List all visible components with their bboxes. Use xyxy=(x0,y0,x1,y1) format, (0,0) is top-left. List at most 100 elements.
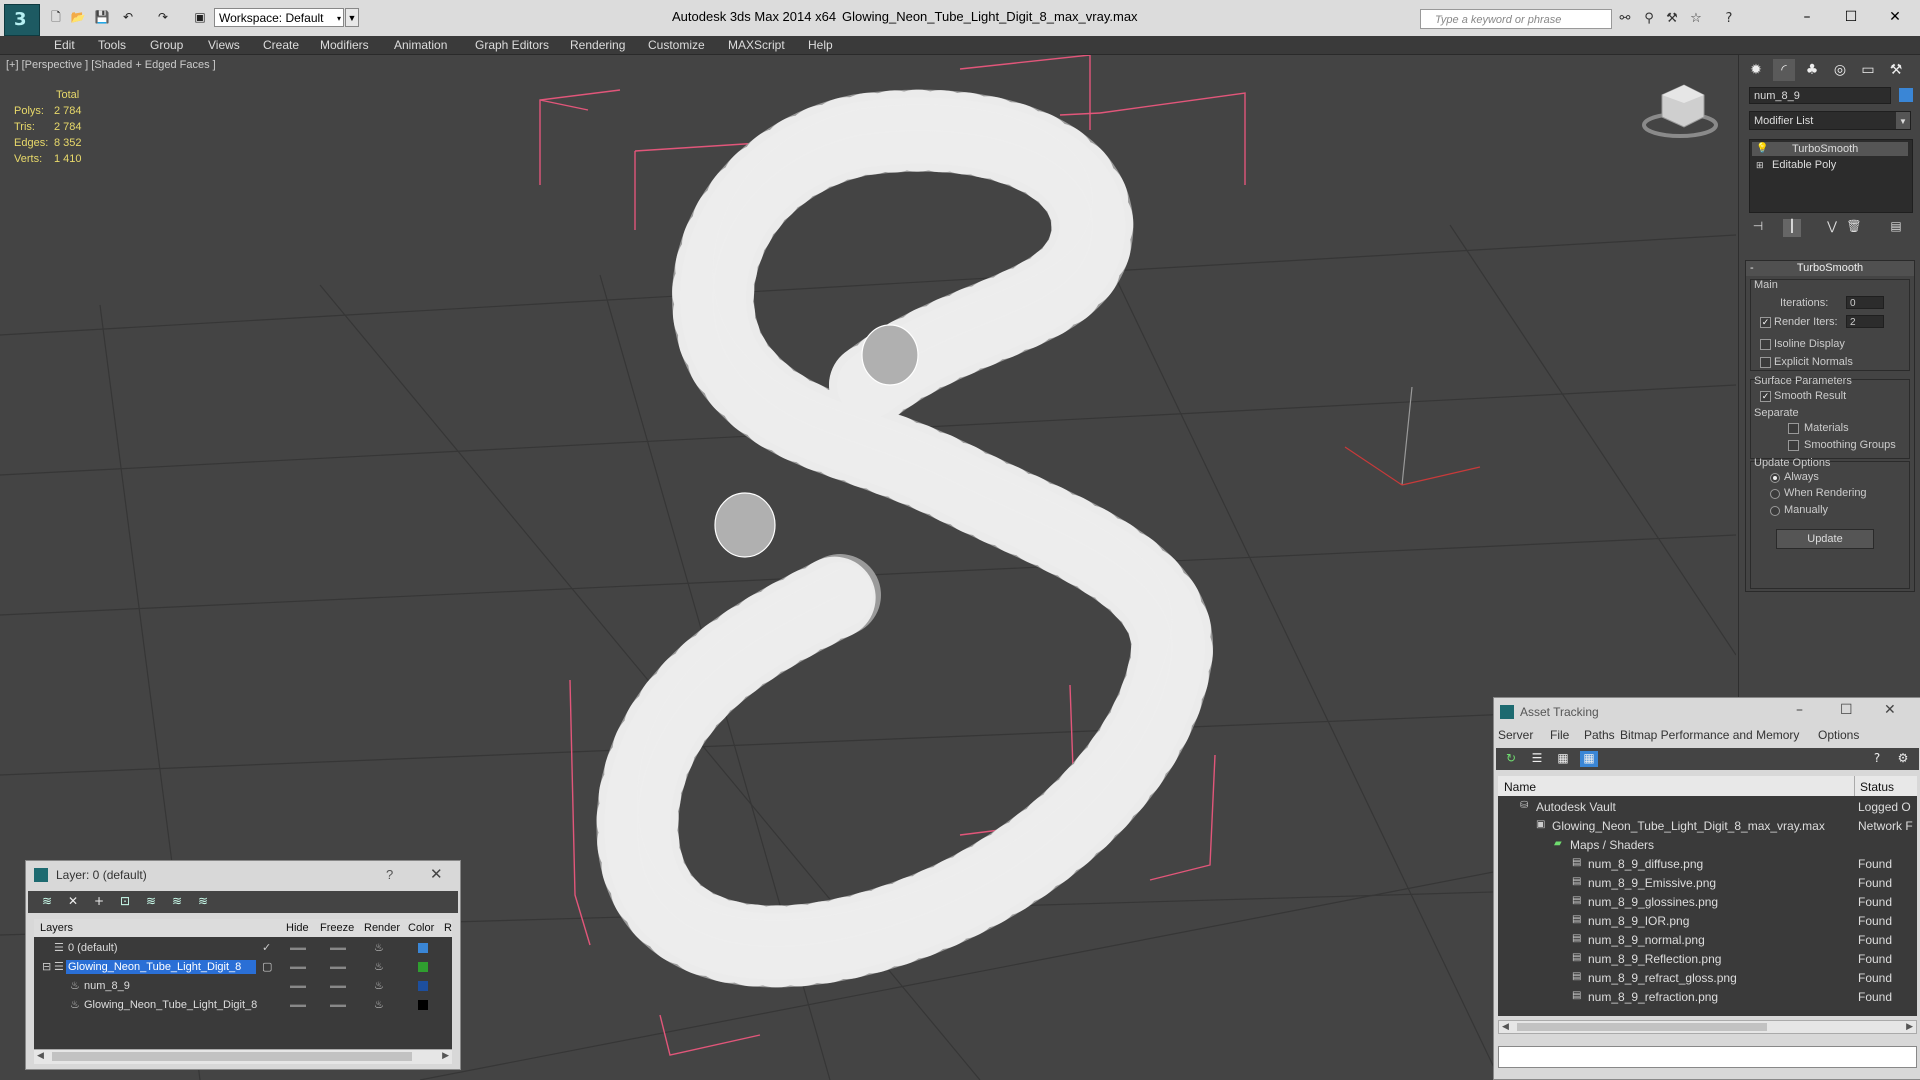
asset-menu-bitmap-performance[interactable]: Bitmap Performance and Memory xyxy=(1620,728,1799,742)
expand-icon[interactable]: ⊟ xyxy=(42,960,51,973)
render-iters-checkbox[interactable]: ✓ xyxy=(1760,317,1771,328)
help-icon[interactable]: ? xyxy=(1720,11,1738,27)
object-color-swatch[interactable] xyxy=(1899,88,1913,102)
list-view-icon[interactable]: ☰ xyxy=(1528,751,1546,767)
menu-tools[interactable]: Tools xyxy=(98,38,126,52)
highlight-layer-icon[interactable]: ≋ xyxy=(142,894,160,910)
asset-menu-server[interactable]: Server xyxy=(1498,728,1533,742)
object-name-field[interactable]: num_8_9 xyxy=(1749,87,1891,104)
asset-row[interactable]: ⛁ Autodesk Vault Logged O xyxy=(1498,797,1917,816)
utilities-tab-icon[interactable]: ⚒ xyxy=(1885,59,1907,81)
menu-animation[interactable]: Animation xyxy=(394,38,447,52)
asset-row[interactable]: ▣ Glowing_Neon_Tube_Light_Digit_8_max_vra… xyxy=(1498,816,1917,835)
render-teapot-icon[interactable]: ♨ xyxy=(374,998,384,1011)
menu-create[interactable]: Create xyxy=(263,38,299,52)
new-file-icon[interactable]: 🗋 xyxy=(48,10,64,24)
stack-item-turbosmooth[interactable]: 💡 TurboSmooth xyxy=(1752,142,1908,156)
asset-menu-paths[interactable]: Paths xyxy=(1584,728,1615,742)
layer-row[interactable]: ♨ Glowing_Neon_Tube_Light_Digit_8 ▬▬ ▬▬ … xyxy=(34,996,452,1014)
asset-menu-file[interactable]: File xyxy=(1550,728,1569,742)
hide-toggle[interactable]: ▬▬ xyxy=(290,981,306,990)
display-tab-icon[interactable]: ▭ xyxy=(1857,59,1879,81)
menu-help[interactable]: Help xyxy=(808,38,833,52)
separate-materials-checkbox[interactable] xyxy=(1788,423,1799,434)
layer-color-swatch[interactable] xyxy=(418,981,428,991)
hide-all-layers-icon[interactable]: ≋ xyxy=(168,894,186,910)
col-status[interactable]: Status xyxy=(1860,780,1894,794)
delete-layer-icon[interactable]: ✕ xyxy=(64,894,82,910)
redo-icon[interactable]: ↷ xyxy=(155,10,171,24)
workspace-dropdown[interactable]: Workspace: Default ▾ xyxy=(214,8,344,27)
binoculars-icon[interactable]: ⚯ xyxy=(1616,11,1634,27)
layer-help-button[interactable]: ? xyxy=(386,867,393,882)
asset-row[interactable]: ▰ Maps / Shaders xyxy=(1498,835,1917,854)
asset-horizontal-scrollbar[interactable]: ◀ ▶ xyxy=(1498,1020,1917,1034)
asset-close-button[interactable]: ✕ xyxy=(1884,702,1896,718)
menu-graph-editors[interactable]: Graph Editors xyxy=(475,38,549,52)
stack-item-editable-poly[interactable]: ⊞ Editable Poly xyxy=(1752,158,1908,172)
viewcube-icon[interactable] xyxy=(1642,84,1718,138)
motion-tab-icon[interactable]: ◎ xyxy=(1829,59,1851,81)
undo-icon[interactable]: ↶ xyxy=(120,10,136,24)
col-hide[interactable]: Hide xyxy=(286,922,309,934)
freeze-toggle[interactable]: ▬▬ xyxy=(330,981,346,990)
menu-maxscript[interactable]: MAXScript xyxy=(728,38,785,52)
rollout-header[interactable]: - TurboSmooth xyxy=(1746,261,1914,276)
render-teapot-icon[interactable]: ♨ xyxy=(374,979,384,992)
viewport-label[interactable]: [+] [Perspective ] [Shaded + Edged Faces… xyxy=(6,59,216,71)
favorites-star-icon[interactable]: ☆ xyxy=(1687,11,1705,27)
make-unique-icon[interactable]: ⋁ xyxy=(1823,219,1841,237)
show-end-result-icon[interactable]: ┃ xyxy=(1783,219,1801,237)
open-file-icon[interactable]: 📂 xyxy=(70,10,86,24)
render-teapot-icon[interactable]: ♨ xyxy=(374,941,384,954)
col-name[interactable]: Name xyxy=(1504,780,1536,794)
communication-icon[interactable]: ⚒ xyxy=(1663,11,1681,27)
asset-row[interactable]: ▤ num_8_9_Reflection.png Found xyxy=(1498,949,1917,968)
search-input[interactable]: Type a keyword or phrase xyxy=(1420,9,1612,29)
update-when-rendering-radio[interactable] xyxy=(1770,489,1780,499)
asset-row[interactable]: ▤ num_8_9_diffuse.png Found xyxy=(1498,854,1917,873)
col-freeze[interactable]: Freeze xyxy=(320,922,354,934)
menu-customize[interactable]: Customize xyxy=(648,38,705,52)
freeze-all-layers-icon[interactable]: ≋ xyxy=(194,894,212,910)
iterations-spinner[interactable]: 0 xyxy=(1846,296,1884,309)
table-view-icon[interactable]: ▦ xyxy=(1580,751,1598,767)
create-layer-icon[interactable]: ≋ xyxy=(38,894,56,910)
update-button[interactable]: Update xyxy=(1776,529,1874,549)
layer-horizontal-scrollbar[interactable]: ◀ ▶ xyxy=(34,1049,452,1064)
menu-modifiers[interactable]: Modifiers xyxy=(320,38,369,52)
explicit-normals-checkbox[interactable] xyxy=(1760,357,1771,368)
pin-stack-icon[interactable]: ⊣ xyxy=(1749,219,1767,237)
asset-row[interactable]: ▤ num_8_9_Emissive.png Found xyxy=(1498,873,1917,892)
separate-smoothing-groups-checkbox[interactable] xyxy=(1788,440,1799,451)
maximize-button[interactable]: ☐ xyxy=(1828,4,1874,30)
asset-row[interactable]: ▤ num_8_9_refraction.png Found xyxy=(1498,987,1917,1006)
asset-menu-options[interactable]: Options xyxy=(1818,728,1859,742)
save-icon[interactable]: 💾 xyxy=(94,10,110,24)
menu-rendering[interactable]: Rendering xyxy=(570,38,625,52)
asset-help-icon[interactable]: ? xyxy=(1868,751,1886,767)
hierarchy-tab-icon[interactable]: ♣ xyxy=(1801,59,1823,81)
subscription-icon[interactable]: ⚲ xyxy=(1640,11,1658,27)
asset-row[interactable]: ▤ num_8_9_refract_gloss.png Found xyxy=(1498,968,1917,987)
workspace-expand-icon[interactable]: ▼ xyxy=(345,8,359,27)
asset-maximize-button[interactable]: ☐ xyxy=(1840,702,1853,718)
layer-color-swatch[interactable] xyxy=(418,943,428,953)
layer-row[interactable]: ⊟ ☰ Glowing_Neon_Tube_Light_Digit_8 ▢ ▬▬… xyxy=(34,958,452,976)
minimize-button[interactable]: – xyxy=(1784,4,1830,30)
col-color[interactable]: Color xyxy=(408,922,434,934)
hide-toggle[interactable]: ▬▬ xyxy=(290,943,306,952)
app-logo-icon[interactable]: 3 xyxy=(4,4,40,36)
modifier-list-dropdown[interactable]: Modifier List ▼ xyxy=(1749,111,1911,130)
refresh-icon[interactable]: ↻ xyxy=(1502,751,1520,767)
asset-row[interactable]: ▤ num_8_9_glossines.png Found xyxy=(1498,892,1917,911)
freeze-toggle[interactable]: ▬▬ xyxy=(330,962,346,971)
asset-minimize-button[interactable]: – xyxy=(1796,702,1803,718)
modify-tab-icon[interactable]: ◜ xyxy=(1773,59,1795,81)
update-manually-radio[interactable] xyxy=(1770,506,1780,516)
tree-view-icon[interactable]: ▦ xyxy=(1554,751,1572,767)
hide-toggle[interactable]: ▬▬ xyxy=(290,962,306,971)
project-folder-icon[interactable]: ▣ xyxy=(192,10,208,24)
menu-edit[interactable]: Edit xyxy=(54,38,75,52)
col-radiosity[interactable]: R xyxy=(444,922,452,934)
